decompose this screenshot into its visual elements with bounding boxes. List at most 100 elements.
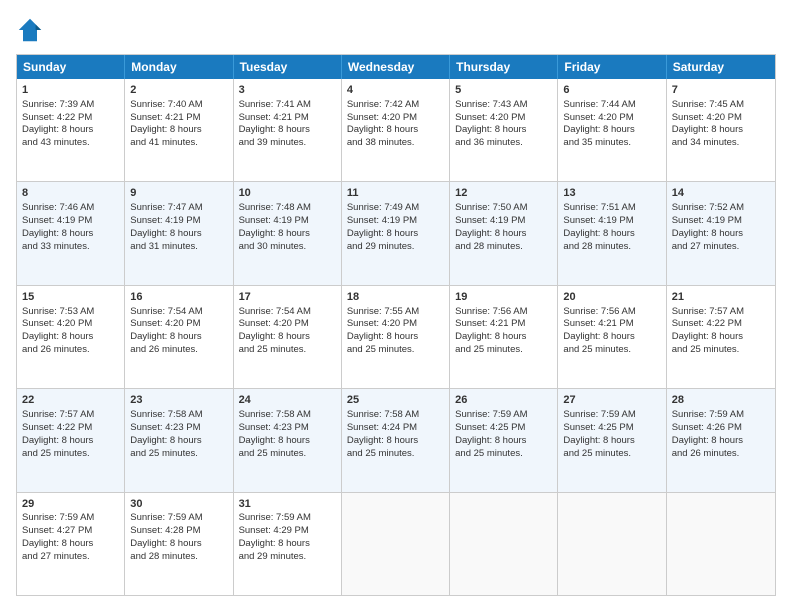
calendar-cell: 4Sunrise: 7:42 AMSunset: 4:20 PMDaylight… — [342, 79, 450, 181]
day-number: 26 — [455, 393, 552, 408]
day-info-line: Daylight: 8 hours — [563, 124, 660, 137]
day-info-line: Sunrise: 7:59 AM — [130, 512, 227, 525]
calendar-row: 1Sunrise: 7:39 AMSunset: 4:22 PMDaylight… — [17, 79, 775, 181]
calendar-cell: 22Sunrise: 7:57 AMSunset: 4:22 PMDayligh… — [17, 389, 125, 491]
day-info-line: Daylight: 8 hours — [130, 331, 227, 344]
day-info-line: Daylight: 8 hours — [455, 228, 552, 241]
day-info-line: Sunset: 4:22 PM — [22, 112, 119, 125]
day-info-line: and 26 minutes. — [22, 344, 119, 357]
day-number: 11 — [347, 186, 444, 201]
calendar-cell: 17Sunrise: 7:54 AMSunset: 4:20 PMDayligh… — [234, 286, 342, 388]
day-number: 23 — [130, 393, 227, 408]
day-info-line: Sunrise: 7:58 AM — [130, 409, 227, 422]
day-info-line: Sunset: 4:20 PM — [130, 318, 227, 331]
weekday-header: Monday — [125, 55, 233, 79]
calendar-cell: 12Sunrise: 7:50 AMSunset: 4:19 PMDayligh… — [450, 182, 558, 284]
weekday-header: Sunday — [17, 55, 125, 79]
day-number: 21 — [672, 290, 770, 305]
day-info-line: Sunrise: 7:54 AM — [239, 306, 336, 319]
day-number: 4 — [347, 83, 444, 98]
day-info-line: Daylight: 8 hours — [130, 538, 227, 551]
day-info-line: Sunset: 4:21 PM — [130, 112, 227, 125]
day-number: 15 — [22, 290, 119, 305]
calendar-cell: 3Sunrise: 7:41 AMSunset: 4:21 PMDaylight… — [234, 79, 342, 181]
day-info-line: and 25 minutes. — [130, 448, 227, 461]
day-info-line: Sunset: 4:26 PM — [672, 422, 770, 435]
day-info-line: Daylight: 8 hours — [563, 435, 660, 448]
day-number: 5 — [455, 83, 552, 98]
day-info-line: Daylight: 8 hours — [22, 435, 119, 448]
day-info-line: Daylight: 8 hours — [347, 124, 444, 137]
day-number: 22 — [22, 393, 119, 408]
calendar-cell: 27Sunrise: 7:59 AMSunset: 4:25 PMDayligh… — [558, 389, 666, 491]
day-number: 20 — [563, 290, 660, 305]
day-info-line: Sunset: 4:19 PM — [347, 215, 444, 228]
day-number: 24 — [239, 393, 336, 408]
day-number: 10 — [239, 186, 336, 201]
day-info-line: Daylight: 8 hours — [239, 228, 336, 241]
day-info-line: Daylight: 8 hours — [130, 435, 227, 448]
weekday-header: Saturday — [667, 55, 775, 79]
header — [16, 16, 776, 44]
calendar-cell: 20Sunrise: 7:56 AMSunset: 4:21 PMDayligh… — [558, 286, 666, 388]
day-info-line: Sunset: 4:20 PM — [347, 112, 444, 125]
day-info-line: and 26 minutes. — [672, 448, 770, 461]
day-info-line: and 25 minutes. — [563, 448, 660, 461]
day-info-line: and 29 minutes. — [239, 551, 336, 564]
day-info-line: Sunrise: 7:40 AM — [130, 99, 227, 112]
day-number: 31 — [239, 497, 336, 512]
calendar-cell: 6Sunrise: 7:44 AMSunset: 4:20 PMDaylight… — [558, 79, 666, 181]
day-info-line: Daylight: 8 hours — [239, 435, 336, 448]
day-info-line: Sunrise: 7:42 AM — [347, 99, 444, 112]
day-info-line: Daylight: 8 hours — [347, 228, 444, 241]
day-info-line: Sunset: 4:27 PM — [22, 525, 119, 538]
day-info-line: and 28 minutes. — [563, 241, 660, 254]
day-info-line: Sunset: 4:23 PM — [239, 422, 336, 435]
day-info-line: Sunset: 4:19 PM — [239, 215, 336, 228]
calendar-body: 1Sunrise: 7:39 AMSunset: 4:22 PMDaylight… — [17, 79, 775, 595]
day-info-line: Sunrise: 7:54 AM — [130, 306, 227, 319]
calendar-cell: 18Sunrise: 7:55 AMSunset: 4:20 PMDayligh… — [342, 286, 450, 388]
day-info-line: Daylight: 8 hours — [239, 538, 336, 551]
calendar-cell: 1Sunrise: 7:39 AMSunset: 4:22 PMDaylight… — [17, 79, 125, 181]
day-number: 25 — [347, 393, 444, 408]
day-info-line: and 28 minutes. — [455, 241, 552, 254]
day-info-line: Daylight: 8 hours — [347, 331, 444, 344]
calendar-cell: 13Sunrise: 7:51 AMSunset: 4:19 PMDayligh… — [558, 182, 666, 284]
day-info-line: Sunrise: 7:57 AM — [22, 409, 119, 422]
calendar-cell: 30Sunrise: 7:59 AMSunset: 4:28 PMDayligh… — [125, 493, 233, 595]
day-info-line: Daylight: 8 hours — [22, 228, 119, 241]
day-info-line: Sunrise: 7:59 AM — [455, 409, 552, 422]
day-info-line: Sunrise: 7:56 AM — [563, 306, 660, 319]
day-info-line: Sunrise: 7:59 AM — [672, 409, 770, 422]
calendar-row: 29Sunrise: 7:59 AMSunset: 4:27 PMDayligh… — [17, 492, 775, 595]
calendar-cell: 25Sunrise: 7:58 AMSunset: 4:24 PMDayligh… — [342, 389, 450, 491]
day-info-line: Daylight: 8 hours — [347, 435, 444, 448]
calendar-row: 22Sunrise: 7:57 AMSunset: 4:22 PMDayligh… — [17, 388, 775, 491]
calendar-cell — [342, 493, 450, 595]
day-info-line: Sunrise: 7:50 AM — [455, 202, 552, 215]
day-info-line: Daylight: 8 hours — [563, 331, 660, 344]
day-info-line: Sunrise: 7:57 AM — [672, 306, 770, 319]
day-info-line: and 31 minutes. — [130, 241, 227, 254]
day-info-line: and 25 minutes. — [455, 448, 552, 461]
calendar-cell: 31Sunrise: 7:59 AMSunset: 4:29 PMDayligh… — [234, 493, 342, 595]
calendar-header: SundayMondayTuesdayWednesdayThursdayFrid… — [17, 55, 775, 79]
day-info-line: Sunrise: 7:56 AM — [455, 306, 552, 319]
day-info-line: Sunrise: 7:52 AM — [672, 202, 770, 215]
day-number: 16 — [130, 290, 227, 305]
day-info-line: Daylight: 8 hours — [672, 124, 770, 137]
calendar-cell — [558, 493, 666, 595]
day-info-line: Daylight: 8 hours — [672, 331, 770, 344]
calendar-row: 15Sunrise: 7:53 AMSunset: 4:20 PMDayligh… — [17, 285, 775, 388]
weekday-header: Friday — [558, 55, 666, 79]
day-info-line: and 28 minutes. — [130, 551, 227, 564]
weekday-header: Wednesday — [342, 55, 450, 79]
day-info-line: Daylight: 8 hours — [130, 124, 227, 137]
day-info-line: Sunrise: 7:59 AM — [563, 409, 660, 422]
day-info-line: Sunset: 4:23 PM — [130, 422, 227, 435]
day-number: 7 — [672, 83, 770, 98]
day-info-line: Sunrise: 7:48 AM — [239, 202, 336, 215]
day-info-line: Sunrise: 7:41 AM — [239, 99, 336, 112]
calendar-cell: 29Sunrise: 7:59 AMSunset: 4:27 PMDayligh… — [17, 493, 125, 595]
